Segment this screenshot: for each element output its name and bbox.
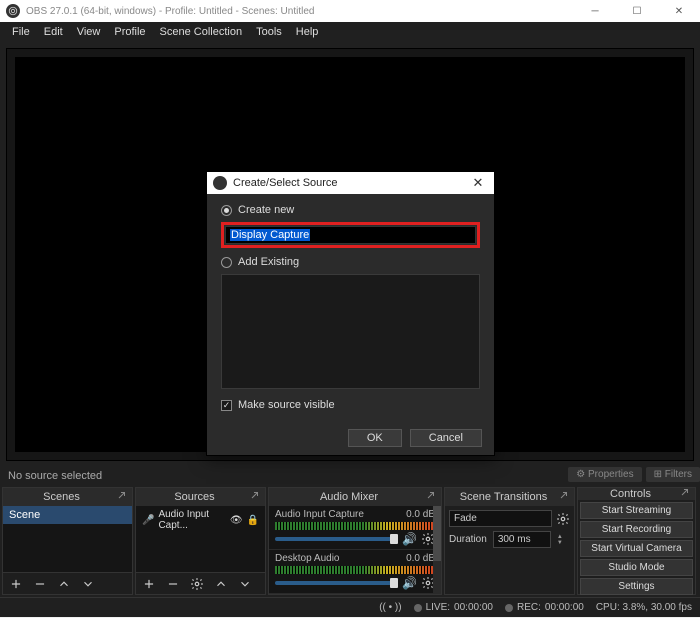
menu-scene-collection[interactable]: Scene Collection bbox=[154, 24, 249, 40]
volume-slider[interactable] bbox=[275, 537, 398, 541]
channel-name: Audio Input Capture bbox=[275, 509, 364, 520]
app-icon bbox=[6, 4, 20, 18]
lock-toggle[interactable]: 🔒 bbox=[247, 515, 259, 526]
undock-icon[interactable] bbox=[677, 488, 689, 500]
source-down-button[interactable] bbox=[238, 577, 252, 591]
level-meter bbox=[275, 522, 435, 530]
settings-button[interactable]: Settings bbox=[580, 578, 693, 595]
create-select-source-dialog: Create/Select Source ✕ Create new Displa… bbox=[206, 171, 495, 456]
scene-up-button[interactable] bbox=[57, 577, 71, 591]
statusbar: (( • )) LIVE: 00:00:00 REC: 00:00:00 CPU… bbox=[0, 597, 700, 617]
microphone-icon: 🎤 bbox=[142, 515, 154, 526]
dialog-icon bbox=[213, 176, 227, 190]
menu-profile[interactable]: Profile bbox=[108, 24, 151, 40]
undock-icon[interactable] bbox=[423, 491, 435, 503]
transition-select[interactable]: Fade bbox=[449, 510, 552, 527]
cancel-button[interactable]: Cancel bbox=[410, 429, 482, 447]
source-name-input[interactable]: Display Capture bbox=[225, 226, 476, 244]
menu-file[interactable]: File bbox=[6, 24, 36, 40]
scenes-title: Scenes bbox=[9, 491, 114, 503]
source-item[interactable]: 🎤 Audio Input Capt... 👁 🔒 bbox=[136, 506, 265, 534]
visibility-toggle[interactable]: 👁 bbox=[230, 515, 243, 526]
scene-item[interactable]: Scene bbox=[3, 506, 132, 524]
remove-source-button[interactable] bbox=[166, 577, 180, 591]
rec-time: 00:00:00 bbox=[545, 602, 584, 613]
window-title: OBS 27.0.1 (64-bit, windows) - Profile: … bbox=[26, 6, 314, 17]
dialog-title: Create/Select Source bbox=[233, 177, 338, 189]
mixer-title: Audio Mixer bbox=[275, 491, 423, 503]
channel-db: 0.0 dB bbox=[406, 509, 435, 520]
controls-title: Controls bbox=[584, 488, 677, 500]
scrollbar[interactable] bbox=[433, 506, 441, 594]
source-toolbar: No source selected ⚙ Properties ⊞ Filter… bbox=[0, 467, 700, 487]
existing-sources-list[interactable] bbox=[221, 274, 480, 389]
maximize-button[interactable]: ☐ bbox=[616, 0, 658, 22]
window-titlebar: OBS 27.0.1 (64-bit, windows) - Profile: … bbox=[0, 0, 700, 22]
menu-view[interactable]: View bbox=[71, 24, 107, 40]
mixer-channel: Audio Input Capture 0.0 dB 🔊 bbox=[269, 506, 441, 550]
live-time: 00:00:00 bbox=[454, 602, 493, 613]
add-source-button[interactable] bbox=[142, 577, 156, 591]
volume-slider[interactable] bbox=[275, 581, 398, 585]
create-new-radio[interactable] bbox=[221, 205, 232, 216]
highlight-annotation: Display Capture bbox=[221, 222, 480, 248]
channel-db: 0.0 dB bbox=[406, 553, 435, 564]
level-meter bbox=[275, 566, 435, 574]
make-visible-checkbox[interactable]: ✓ bbox=[221, 400, 232, 411]
minimize-button[interactable]: ─ bbox=[574, 0, 616, 22]
channel-name: Desktop Audio bbox=[275, 553, 340, 564]
source-settings-button[interactable] bbox=[190, 577, 204, 591]
cpu-stats: CPU: 3.8%, 30.00 fps bbox=[596, 602, 692, 613]
properties-button[interactable]: ⚙ Properties bbox=[568, 467, 641, 482]
mixer-channel: Desktop Audio 0.0 dB 🔊 bbox=[269, 550, 441, 594]
add-scene-button[interactable] bbox=[9, 577, 23, 591]
duration-input[interactable]: 300 ms bbox=[493, 531, 551, 548]
undock-icon[interactable] bbox=[556, 491, 568, 503]
filters-button[interactable]: ⊞ Filters bbox=[646, 467, 700, 482]
menu-edit[interactable]: Edit bbox=[38, 24, 69, 40]
start-recording-button[interactable]: Start Recording bbox=[580, 521, 693, 538]
add-existing-radio[interactable] bbox=[221, 257, 232, 268]
sources-title: Sources bbox=[142, 491, 247, 503]
create-new-label: Create new bbox=[238, 204, 294, 216]
start-virtual-camera-button[interactable]: Start Virtual Camera bbox=[580, 540, 693, 557]
remove-scene-button[interactable] bbox=[33, 577, 47, 591]
make-visible-label: Make source visible bbox=[238, 399, 335, 411]
broadcast-icon: (( • )) bbox=[379, 602, 401, 613]
no-source-label: No source selected bbox=[8, 470, 102, 482]
menu-tools[interactable]: Tools bbox=[250, 24, 288, 40]
duration-label: Duration bbox=[449, 534, 487, 545]
undock-icon[interactable] bbox=[247, 491, 259, 503]
add-existing-label: Add Existing bbox=[238, 256, 299, 268]
start-streaming-button[interactable]: Start Streaming bbox=[580, 502, 693, 519]
source-label: Audio Input Capt... bbox=[158, 509, 225, 531]
rec-label: REC: bbox=[517, 602, 541, 613]
speaker-icon[interactable]: 🔊 bbox=[402, 532, 417, 546]
menu-help[interactable]: Help bbox=[290, 24, 325, 40]
spin-down[interactable]: ▼ bbox=[557, 540, 563, 546]
source-up-button[interactable] bbox=[214, 577, 228, 591]
transition-settings-button[interactable] bbox=[556, 512, 570, 526]
studio-mode-button[interactable]: Studio Mode bbox=[580, 559, 693, 576]
menubar: File Edit View Profile Scene Collection … bbox=[0, 22, 700, 42]
dialog-close-button[interactable]: ✕ bbox=[468, 175, 488, 191]
scene-down-button[interactable] bbox=[81, 577, 95, 591]
ok-button[interactable]: OK bbox=[348, 429, 402, 447]
transitions-title: Scene Transitions bbox=[451, 491, 556, 503]
undock-icon[interactable] bbox=[114, 491, 126, 503]
speaker-icon[interactable]: 🔊 bbox=[402, 576, 417, 590]
live-label: LIVE: bbox=[426, 602, 450, 613]
close-button[interactable]: ✕ bbox=[658, 0, 700, 22]
